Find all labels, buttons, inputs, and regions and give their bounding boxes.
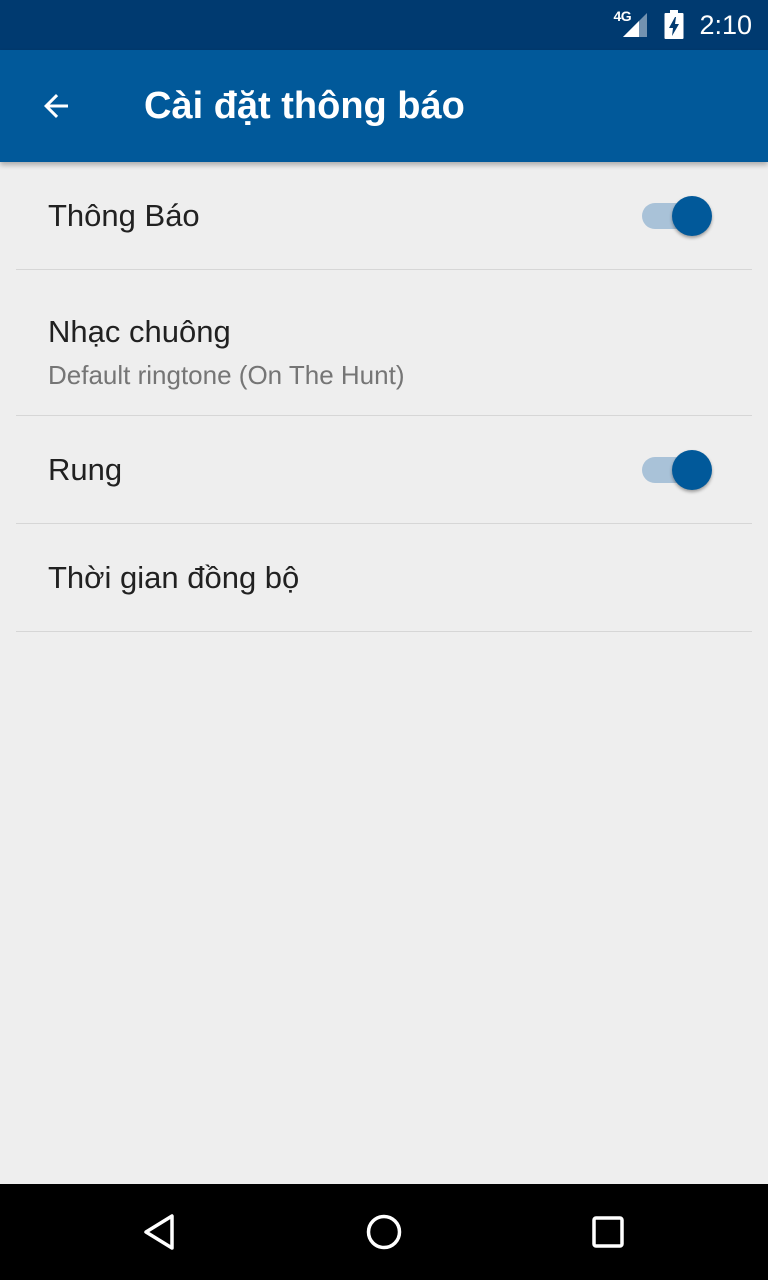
- setting-sync-time-label: Thời gian đồng bộ: [48, 560, 300, 595]
- setting-vibrate[interactable]: Rung: [16, 416, 752, 524]
- home-circle-icon: [366, 1214, 402, 1250]
- navigation-bar: [0, 1184, 768, 1280]
- recents-square-icon: [592, 1216, 624, 1248]
- nav-back-button[interactable]: [130, 1202, 190, 1262]
- switch-thumb: [672, 450, 712, 490]
- setting-sync-time[interactable]: Thời gian đồng bộ: [16, 524, 752, 632]
- back-triangle-icon: [144, 1214, 174, 1250]
- arrow-back-icon: [44, 94, 68, 118]
- settings-list: Thông Báo Nhạc chuông Default ringtone (…: [0, 162, 768, 632]
- nav-home-button[interactable]: [354, 1202, 414, 1262]
- app-bar: Cài đặt thông báo: [0, 50, 768, 162]
- network-type-label: 4G: [613, 8, 632, 24]
- signal-indicator: 4G: [613, 8, 649, 40]
- page-title: Cài đặt thông báo: [144, 85, 465, 127]
- back-button[interactable]: [24, 78, 88, 134]
- setting-ringtone-label: Nhạc chuông: [48, 314, 231, 349]
- status-bar: 4G 2:10: [0, 0, 768, 50]
- setting-ringtone[interactable]: Nhạc chuông Default ringtone (On The Hun…: [16, 270, 752, 416]
- vibrate-toggle[interactable]: [642, 450, 714, 490]
- setting-vibrate-label: Rung: [48, 452, 123, 487]
- battery-charging-icon: [664, 10, 684, 39]
- setting-ringtone-value: Default ringtone (On The Hunt): [48, 360, 405, 390]
- clock: 2:10: [699, 9, 752, 40]
- setting-notifications[interactable]: Thông Báo: [16, 162, 752, 270]
- switch-thumb: [672, 196, 712, 236]
- nav-recents-button[interactable]: [578, 1202, 638, 1262]
- setting-notifications-label: Thông Báo: [48, 198, 200, 233]
- notifications-toggle[interactable]: [642, 196, 714, 236]
- status-icons: 4G 2:10: [613, 0, 752, 50]
